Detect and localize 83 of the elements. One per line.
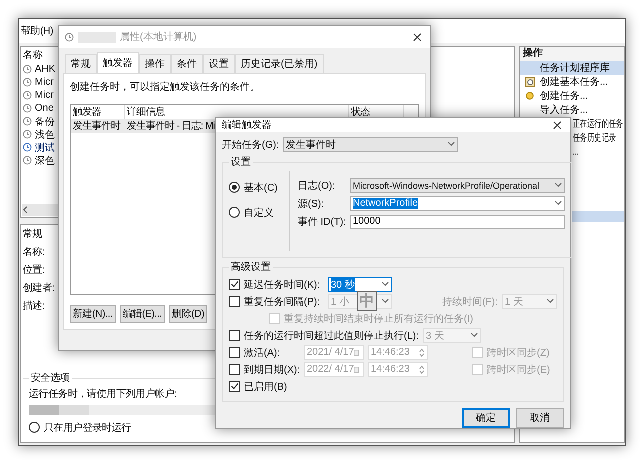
checkbox[interactable] (229, 330, 240, 341)
column-header: 名称 (23, 49, 43, 63)
cancel-button[interactable]: 取消 (516, 408, 564, 428)
spinner-arrows-icon[interactable] (419, 348, 425, 358)
window-title: 属性(本地计算机) (120, 30, 198, 44)
task-name[interactable]: 备份 (35, 114, 55, 128)
tab[interactable]: 常规 (65, 54, 97, 73)
task-name[interactable]: One (35, 103, 54, 114)
action-link[interactable]: 导入任务... (540, 103, 588, 117)
chevron-down-icon (448, 142, 456, 147)
chevron-down-icon (555, 201, 562, 206)
field-label: 名称: (23, 246, 45, 259)
ime-indicator: 中 (357, 291, 377, 311)
window-title: 编辑触发器 (222, 118, 273, 132)
task-name[interactable]: Micr (35, 90, 54, 101)
chevron-down-icon (547, 299, 554, 304)
delay-dropdown[interactable]: 30 秒 (328, 277, 392, 292)
menu-item[interactable]: 帮助(H) (21, 24, 54, 38)
action-link[interactable]: ... (573, 146, 579, 158)
task-name[interactable]: 深色 (35, 154, 55, 168)
checkbox-label: 任务的运行时间超过此值则停止执行(L): (244, 330, 419, 342)
scroll-left-icon[interactable] (22, 206, 30, 214)
spinner-arrows-icon[interactable] (419, 364, 425, 374)
chevron-down-icon (555, 183, 562, 188)
log-dropdown[interactable]: Microsoft-Windows-NetworkProfile/Operational (350, 178, 565, 193)
radio-button[interactable] (229, 182, 240, 193)
start-dropdown[interactable]: 发生事件时 (283, 137, 458, 152)
checkbox[interactable] (229, 347, 240, 358)
description-text: 创建任务时，可以指定触发该任务的条件。 (70, 80, 260, 94)
chevron-down-icon (471, 333, 478, 338)
checkbox-label: 跨时区同步(E) (487, 364, 552, 376)
checkbox-label: 到期日期(X): (244, 364, 300, 376)
radio-button[interactable] (29, 422, 40, 433)
field-label: 创建者: (23, 282, 55, 295)
group-title: 高级设置 (230, 260, 272, 274)
field-label: 开始任务(G): (222, 138, 280, 152)
tab[interactable]: 设置 (203, 54, 235, 73)
tab[interactable]: 历史记录(已禁用) (235, 54, 324, 73)
checkbox-label: 激活(A): (244, 346, 282, 360)
checkbox[interactable] (229, 296, 240, 307)
group-title: 设置 (230, 156, 252, 169)
chevron-down-icon (382, 282, 389, 287)
tab[interactable]: 操作 (139, 54, 171, 73)
checkbox[interactable] (229, 364, 240, 375)
radio-label: 基本(C) (244, 182, 278, 194)
table-cell[interactable]: 发生事件时 (71, 119, 125, 133)
source-combobox[interactable]: NetworkProfile (350, 196, 565, 211)
field-label: 持续时间(F): (442, 296, 498, 308)
panel-title: 操作 (520, 47, 624, 61)
task-name[interactable]: AHK (35, 64, 56, 75)
task-name[interactable]: 浅色 (35, 128, 55, 142)
action-link[interactable]: 任务历史记录 (573, 131, 616, 145)
radio-button[interactable] (229, 207, 240, 218)
checkbox-label: 已启用(B) (244, 380, 288, 394)
dialog-button[interactable]: 新建(N)... (70, 305, 116, 323)
checkbox-label: 跨时区同步(Z) (487, 346, 551, 360)
checkbox[interactable] (229, 381, 240, 392)
task-name[interactable]: Micr (35, 77, 54, 88)
field-label: 位置: (23, 264, 45, 277)
chevron-down-icon (382, 299, 389, 304)
dialog-button[interactable]: 删除(D) (169, 305, 208, 323)
field-label: 事件 ID(T): (298, 216, 346, 228)
tab[interactable]: 常规 (23, 227, 42, 241)
field-label: 描述: (23, 300, 45, 313)
ok-button[interactable]: 确定 (462, 408, 510, 428)
field-label: 源(S): (298, 198, 326, 210)
group-title: 安全选项 (30, 372, 71, 385)
tab[interactable]: 触发器 (97, 52, 139, 73)
dialog-button[interactable]: 编辑(E)... (120, 305, 166, 323)
field-label: 日志(O): (298, 180, 336, 192)
checkbox-label: 重复持续时间结束时停止所有运行的任务(I) (284, 312, 474, 326)
checkbox-label: 重复任务间隔(P): (244, 296, 322, 308)
radio-label: 自定义 (244, 206, 274, 220)
radio-label: 只在用户登录时运行 (44, 422, 132, 434)
task-name[interactable]: 测试 (35, 140, 55, 154)
action-link[interactable]: 正在运行的任务 (573, 117, 624, 131)
event-id-field[interactable]: 10000 (350, 214, 565, 228)
action-link[interactable]: 创建任务... (540, 89, 588, 103)
action-link[interactable]: 创建基本任务... (540, 75, 608, 89)
checkbox[interactable] (229, 279, 240, 290)
prompt-text: 运行任务时，请使用下列用户帐户: (29, 388, 177, 401)
checkbox-label: 延迟任务时间(K): (244, 278, 322, 292)
tab[interactable]: 条件 (171, 54, 203, 73)
